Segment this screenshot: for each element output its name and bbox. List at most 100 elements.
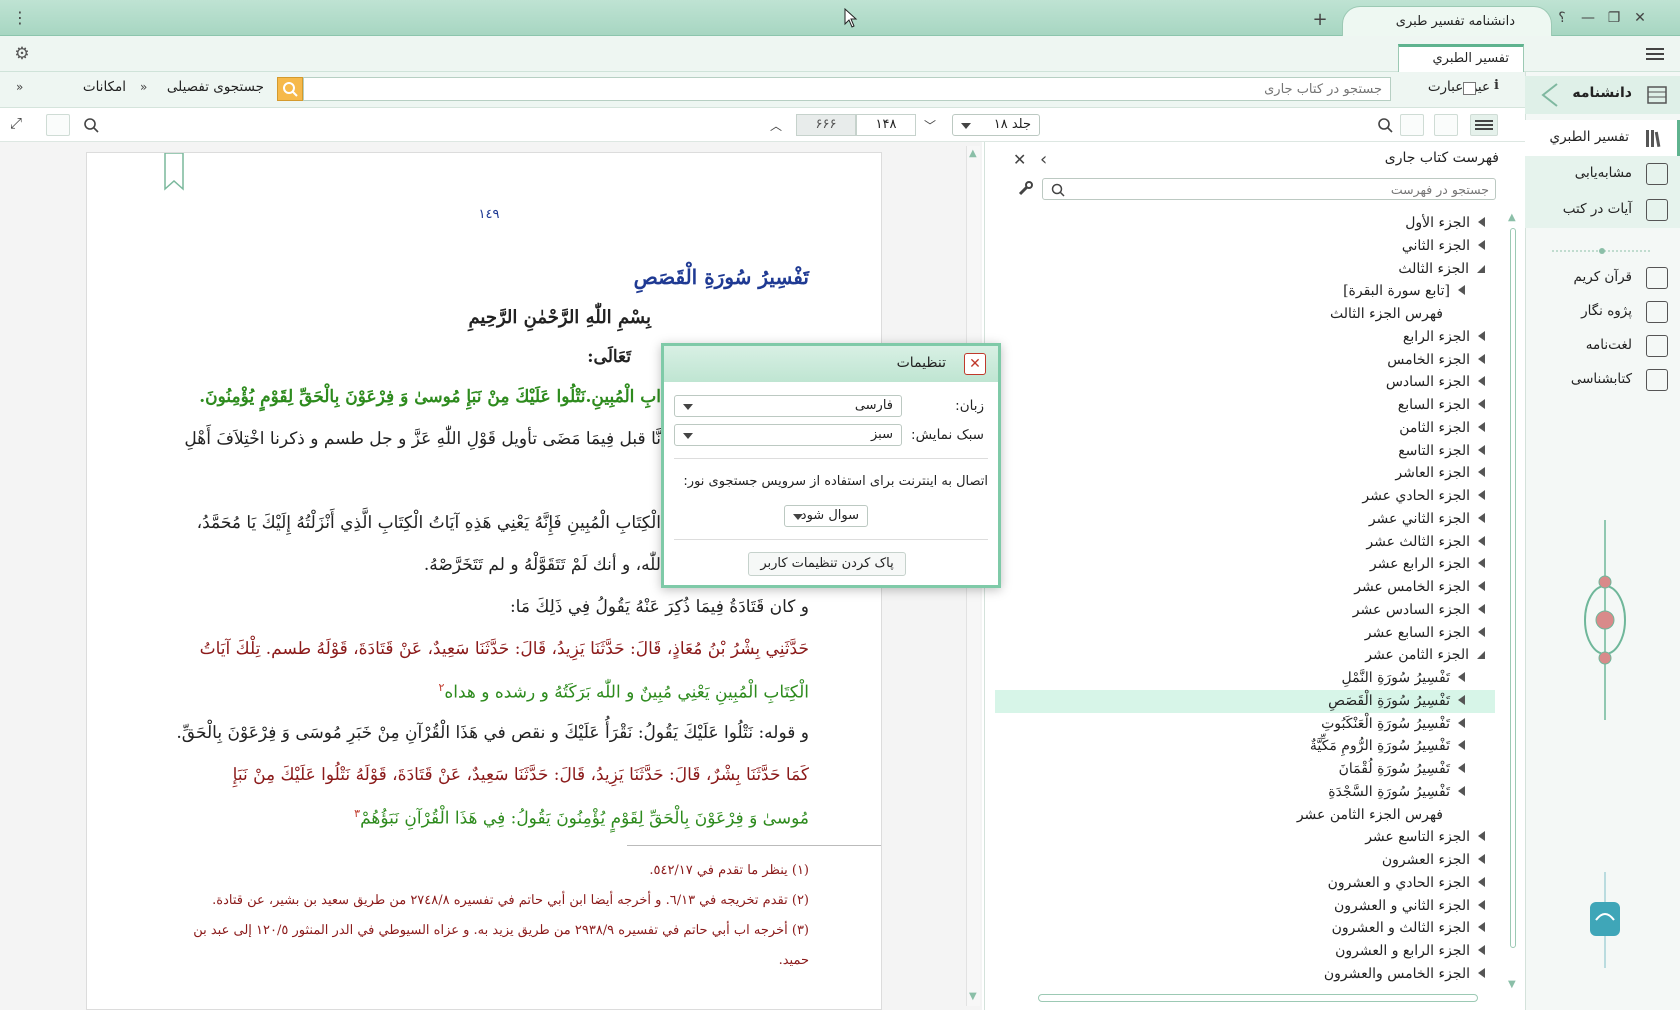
toc-scrollbar[interactable]: ▲ ▼ (1506, 212, 1520, 990)
toc-row[interactable]: فهرس الجزء الثامن عشر (1297, 804, 1465, 827)
toc-row[interactable]: تَفْسِيرُ سُورَةِ الْعَنْكَبُوتِ (1321, 713, 1465, 736)
toc-row[interactable]: الجزء الثاني (1402, 235, 1485, 258)
toc-hscrollbar[interactable] (996, 992, 1496, 1004)
collapsed-arrow-icon[interactable] (1478, 899, 1485, 910)
theme-select[interactable]: سبز (674, 424, 902, 446)
close-window-icon[interactable]: ✕ (1630, 8, 1650, 28)
toc-row[interactable]: الجزء الثامن (1399, 417, 1485, 440)
toc-row-selected[interactable]: تَفْسِيرُ سُورَةِ الْقَصَصِ (995, 689, 1495, 713)
restore-window-icon[interactable]: ❐ (1604, 8, 1624, 28)
search-input[interactable] (303, 77, 1391, 101)
chevron-left-icon[interactable]: ‹ (1040, 149, 1054, 170)
toc-row[interactable]: الجزء الحادي عشر (1362, 485, 1485, 508)
toc-row[interactable]: تَفْسِيرُ سُورَةِ الرُّومِ مَكِّيَّةٌ (1310, 735, 1465, 758)
bookmark-ribbon-icon[interactable] (163, 153, 185, 191)
minimize-window-icon[interactable]: — (1578, 8, 1598, 28)
collapsed-arrow-icon[interactable] (1458, 740, 1465, 751)
language-select[interactable]: فارسی (674, 395, 902, 417)
collapsed-arrow-icon[interactable] (1478, 922, 1485, 933)
search-icon[interactable] (1374, 114, 1396, 136)
expand-icon[interactable]: ⤢ (10, 114, 30, 134)
collapsed-arrow-icon[interactable] (1478, 967, 1485, 978)
toc-row[interactable]: الجزء السادس عشر (1353, 599, 1485, 622)
collapsed-arrow-icon[interactable] (1478, 876, 1485, 887)
chevron-up-icon[interactable]: ︿ (770, 117, 786, 133)
collapsed-arrow-icon[interactable] (1458, 672, 1465, 682)
scroll-down-icon[interactable]: ▼ (1508, 979, 1516, 990)
toc-row[interactable]: الجزء الثاني عشر (1369, 508, 1485, 531)
toc-row[interactable]: الجزء الثالث عشر (1366, 531, 1485, 554)
wrench-icon[interactable] (1016, 180, 1034, 198)
toc-row[interactable]: الجزء السادس (1386, 371, 1485, 394)
toc-row[interactable]: فهرس الجزء الثالث (1330, 303, 1465, 326)
chevron-double-down-icon[interactable]: » (140, 80, 154, 96)
collapsed-arrow-icon[interactable] (1478, 376, 1485, 387)
book-view-icon[interactable] (1434, 114, 1458, 136)
close-dialog-button[interactable]: ✕ (964, 353, 986, 375)
toc-row[interactable]: الجزء الرابع عشر (1370, 553, 1485, 576)
nav-item-tafsir[interactable]: تفسیر الطبري (1525, 120, 1680, 156)
collapsed-arrow-icon[interactable] (1478, 421, 1485, 432)
new-tab-button[interactable]: + (1310, 10, 1330, 30)
toc-row[interactable]: الجزء العشرون (1382, 849, 1485, 872)
gear-icon[interactable]: ⚙ (12, 44, 32, 64)
nav-item-bibliography[interactable]: کتابشناسی (1525, 362, 1680, 398)
collapsed-arrow-icon[interactable] (1478, 945, 1485, 955)
collapsed-arrow-icon[interactable] (1458, 785, 1465, 796)
toc-row[interactable]: الجزء الثالث و العشرون (1332, 917, 1485, 940)
collapsed-arrow-icon[interactable] (1478, 399, 1485, 409)
chevron-double-down-icon[interactable]: » (16, 80, 30, 96)
zoom-search-icon[interactable] (80, 114, 102, 136)
search-button[interactable] (277, 77, 303, 101)
toc-row[interactable]: تَفْسِيرُ سُورَةِ النَّمْلِ (1342, 667, 1465, 690)
collapsed-arrow-icon[interactable] (1478, 603, 1485, 614)
close-toc-icon[interactable]: ✕ (1013, 150, 1031, 169)
chevron-down-icon[interactable]: ﹀ (924, 117, 940, 133)
expanded-arrow-icon[interactable] (1477, 264, 1485, 273)
nav-item-dictionary[interactable]: لغت‌نامه (1525, 328, 1680, 364)
toc-toggle-icon[interactable] (1470, 114, 1498, 136)
expanded-arrow-icon[interactable] (1477, 651, 1485, 660)
tab-encyclopedia[interactable]: دانشنامه تفسیر طبری (1342, 6, 1552, 36)
hscroll-thumb[interactable] (1038, 994, 1478, 1002)
advanced-search-button[interactable]: جستجوی تفصیلی (156, 79, 264, 95)
toc-row[interactable]: الجزء الرابع و العشرون (1335, 940, 1485, 963)
collapsed-arrow-icon[interactable] (1478, 444, 1485, 455)
collapsed-arrow-icon[interactable] (1478, 353, 1485, 364)
toc-row[interactable]: تَفْسِيرُ سُورَةِ لُقْمَانَ (1339, 758, 1465, 781)
collapsed-arrow-icon[interactable] (1458, 285, 1465, 296)
info-icon[interactable]: i (1494, 78, 1506, 98)
volume-select[interactable]: جلد ۱۸ (952, 114, 1040, 136)
toc-row[interactable]: الجزء التاسع عشر (1365, 826, 1485, 849)
toc-row[interactable]: [تابع سورة البقرة] (1343, 280, 1465, 303)
exact-phrase-checkbox[interactable] (1463, 82, 1476, 95)
collapsed-arrow-icon[interactable] (1478, 512, 1485, 523)
toc-row[interactable]: الجزء الثامن عشر (1365, 644, 1485, 667)
toc-search-input[interactable] (1069, 180, 1489, 198)
collapsed-arrow-icon[interactable] (1458, 763, 1465, 773)
collapsed-arrow-icon[interactable] (1478, 854, 1485, 864)
collapsed-arrow-icon[interactable] (1478, 535, 1485, 546)
collapsed-arrow-icon[interactable] (1478, 467, 1485, 478)
collapsed-arrow-icon[interactable] (1478, 831, 1485, 842)
page-number-input[interactable]: ۱۴۸ (856, 114, 916, 136)
toc-row[interactable]: الجزء الخامس والعشرون (1324, 963, 1485, 986)
scroll-thumb[interactable] (1510, 228, 1516, 948)
toc-row[interactable]: الجزء الرابع (1403, 326, 1485, 349)
toc-row[interactable]: الجزء الثاني و العشرون (1334, 895, 1485, 918)
toc-row[interactable]: الجزء الخامس (1387, 349, 1485, 372)
toc-search-box[interactable] (1042, 178, 1496, 200)
collapsed-arrow-icon[interactable] (1478, 239, 1485, 250)
nav-item-verses-in-books[interactable]: آیات در کتب (1525, 192, 1680, 228)
toc-row[interactable]: تَفْسِيرُ سُورَةِ السَّجْدَةِ (1328, 781, 1465, 804)
toc-row[interactable]: الجزء السابع عشر (1365, 622, 1485, 645)
toc-row[interactable]: الجزء السابع (1398, 394, 1485, 417)
internet-select[interactable]: سوال شود (784, 505, 868, 527)
toc-row[interactable]: الجزء العاشر (1395, 462, 1485, 485)
collapsed-arrow-icon[interactable] (1458, 717, 1465, 728)
menu-dots-icon[interactable]: ⋮ (12, 8, 28, 28)
scroll-up-icon[interactable]: ▲ (969, 148, 977, 159)
collapsed-arrow-icon[interactable] (1478, 581, 1485, 591)
toc-row[interactable]: الجزء الثالث (1398, 258, 1485, 281)
collapsed-arrow-icon[interactable] (1478, 626, 1485, 637)
